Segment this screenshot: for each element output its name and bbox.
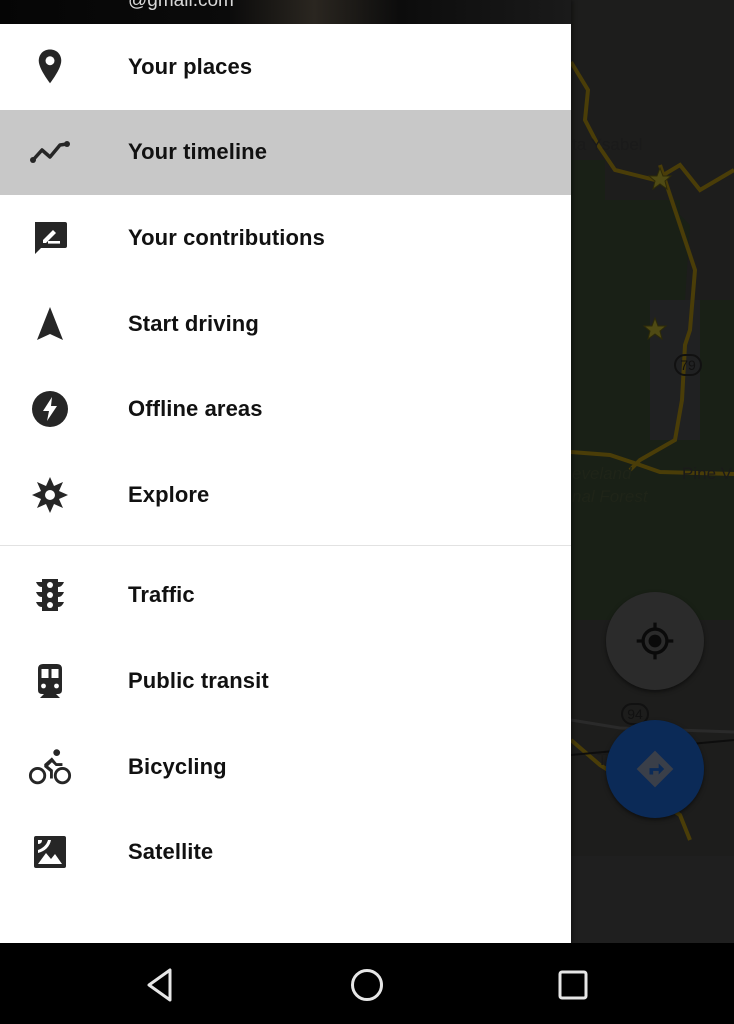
home-button[interactable] <box>345 963 389 1007</box>
bicycle-icon <box>28 745 72 789</box>
menu-item-traffic[interactable]: Traffic <box>0 553 571 639</box>
menu-item-your-timeline[interactable]: Your timeline <box>0 109 571 196</box>
map-label-town: Pine V <box>682 464 733 483</box>
menu-item-your-places[interactable]: Your places <box>0 24 571 110</box>
menu-item-label: Satellite <box>128 839 214 865</box>
menu-item-label: Offline areas <box>128 396 263 422</box>
menu-item-label: Start driving <box>128 310 259 336</box>
menu-item-label: Explore <box>128 481 210 507</box>
menu-item-label: Your contributions <box>128 224 325 250</box>
place-pin-icon <box>28 45 72 89</box>
home-icon <box>351 969 383 1001</box>
back-icon <box>147 968 172 1002</box>
menu-item-start-driving[interactable]: Start driving <box>0 281 571 367</box>
menu-item-offline-areas[interactable]: Offline areas <box>0 366 571 452</box>
map-label-forest: nal Forest <box>572 487 648 506</box>
directions-icon <box>636 750 674 788</box>
menu-item-satellite[interactable]: Satellite <box>0 809 571 895</box>
my-location-icon <box>636 622 674 660</box>
offline-bolt-icon <box>28 387 72 431</box>
drawer-menu: Your places Your timeline Your contribut… <box>0 24 571 895</box>
menu-item-bicycling[interactable]: Bicycling <box>0 724 571 810</box>
recents-button[interactable] <box>551 963 595 1007</box>
my-location-button[interactable] <box>606 592 704 690</box>
menu-item-label: Your places <box>128 53 253 79</box>
menu-item-label: Public transit <box>128 667 269 693</box>
map-label-forest: eveland <box>572 464 632 483</box>
map-label-town: ta Ysabel <box>572 135 643 154</box>
menu-item-label: Traffic <box>128 582 195 608</box>
explore-compass-icon <box>28 473 72 517</box>
directions-button[interactable] <box>606 720 704 818</box>
route-shield: 79 <box>674 354 702 376</box>
menu-item-your-contributions[interactable]: Your contributions <box>0 195 571 281</box>
navigation-arrow-icon <box>28 302 72 346</box>
navigation-drawer: @gmail.com Your places Your timeline You… <box>0 0 571 943</box>
menu-item-public-transit[interactable]: Public transit <box>0 638 571 724</box>
timeline-icon <box>28 130 72 174</box>
train-icon <box>28 659 72 703</box>
map-bottom-strip <box>571 856 734 943</box>
drawer-header: @gmail.com <box>0 0 571 24</box>
menu-item-label: Bicycling <box>128 753 227 779</box>
recents-icon <box>558 970 588 1000</box>
menu-item-label: Your timeline <box>128 139 268 165</box>
back-button[interactable] <box>140 963 184 1007</box>
system-navigation-bar <box>0 943 734 1024</box>
contributions-icon <box>28 216 72 260</box>
menu-item-explore[interactable]: Explore <box>0 452 571 538</box>
traffic-light-icon <box>28 573 72 617</box>
account-email: @gmail.com <box>128 0 234 11</box>
satellite-image-icon <box>28 830 72 874</box>
